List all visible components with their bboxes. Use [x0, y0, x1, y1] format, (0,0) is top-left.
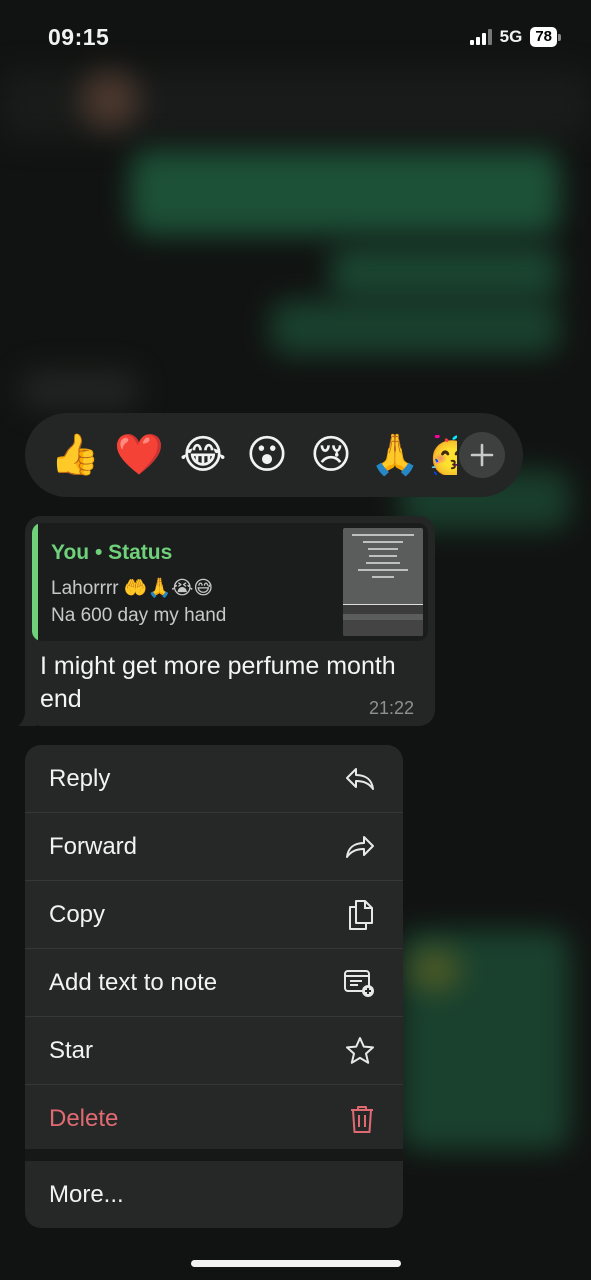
forward-icon	[345, 834, 375, 860]
quote-line-2: Na 600 day my hand	[51, 605, 227, 626]
battery-icon: 78	[530, 27, 561, 47]
reply-icon	[345, 766, 375, 792]
star-icon	[345, 1036, 375, 1066]
menu-item-label: Copy	[49, 901, 106, 928]
menu-item-reply[interactable]: Reply	[25, 745, 403, 813]
menu-item-copy[interactable]: Copy	[25, 881, 403, 949]
context-menu: Reply Forward Copy Add text to note Star…	[25, 745, 403, 1228]
quote-title: You • Status	[51, 541, 173, 564]
menu-item-star[interactable]: Star	[25, 1017, 403, 1085]
menu-item-label: Star	[49, 1037, 94, 1064]
message-timestamp: 21:22	[369, 698, 415, 718]
note-icon	[343, 968, 375, 998]
reaction-surprised[interactable]: 😮	[235, 435, 299, 475]
menu-item-label: Forward	[49, 833, 138, 860]
menu-item-delete[interactable]: Delete	[25, 1085, 403, 1153]
copy-icon	[347, 899, 375, 931]
reaction-bar: 👍 ❤️ 😂 😮 😢 🙏 🥳	[25, 413, 523, 497]
reaction-party[interactable]: 🥳	[427, 435, 457, 475]
reaction-thumbs-up[interactable]: 👍	[43, 435, 107, 475]
reaction-heart[interactable]: ❤️	[107, 435, 171, 475]
reaction-sad[interactable]: 😢	[299, 435, 363, 475]
network-type: 5G	[499, 27, 523, 46]
menu-item-label: Delete	[49, 1105, 119, 1132]
battery-level: 78	[530, 27, 557, 47]
menu-item-forward[interactable]: Forward	[25, 813, 403, 881]
plus-icon	[469, 442, 495, 468]
menu-item-add-text-to-note[interactable]: Add text to note	[25, 949, 403, 1017]
reaction-laughing[interactable]: 😂	[171, 435, 235, 475]
quote-accent-bar	[32, 523, 38, 641]
quote-line-1: Lahorrrr 🤲🙏😭😅	[51, 578, 214, 599]
trash-icon	[349, 1104, 375, 1134]
menu-item-more[interactable]: More...	[25, 1161, 403, 1228]
status-time: 09:15	[48, 24, 110, 50]
quoted-status[interactable]: You • Status Lahorrrr 🤲🙏😭😅 Na 600 day my…	[32, 523, 428, 641]
home-indicator[interactable]	[191, 1260, 401, 1267]
menu-group-separator	[25, 1149, 403, 1161]
menu-item-label: Add text to note	[49, 969, 218, 996]
more-reactions-button[interactable]	[459, 432, 505, 478]
status-thumbnail	[343, 528, 423, 636]
status-indicators: 5G 78	[469, 27, 561, 47]
signal-icon	[469, 29, 492, 45]
menu-item-label: Reply	[49, 765, 111, 792]
menu-item-label: More...	[49, 1180, 124, 1208]
reaction-pray[interactable]: 🙏	[363, 435, 427, 475]
